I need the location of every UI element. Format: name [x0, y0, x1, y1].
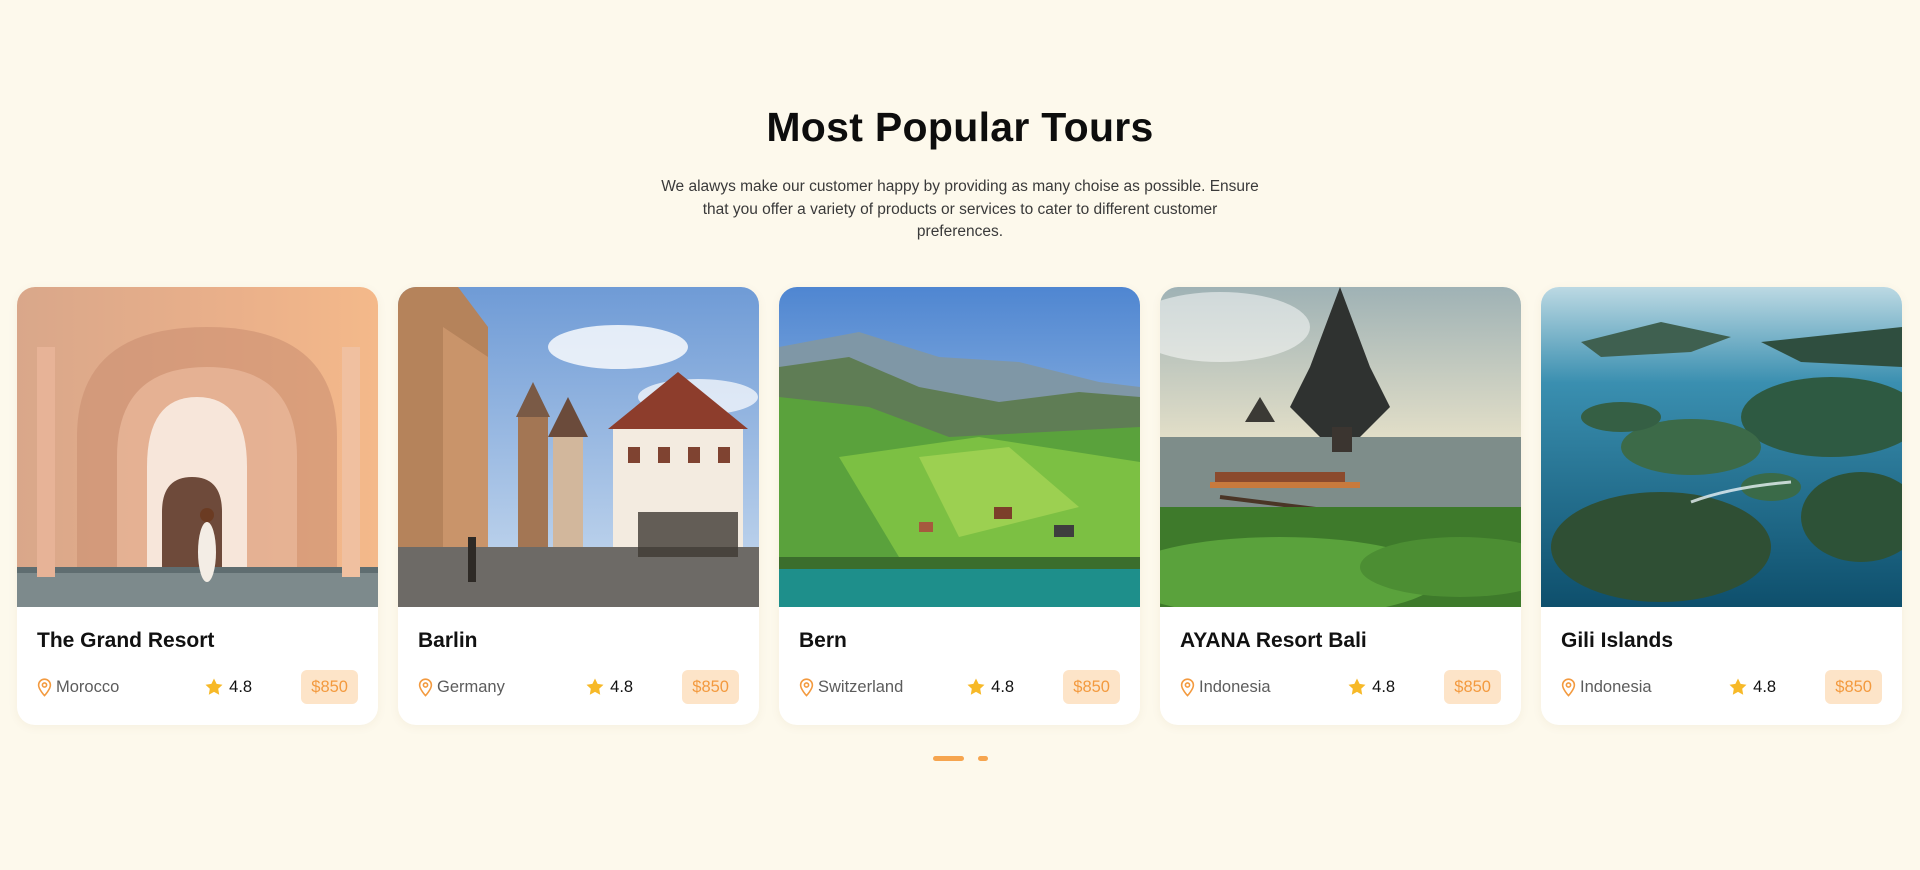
- tour-location-text: Switzerland: [818, 677, 904, 696]
- tour-image-swiss-valley[interactable]: [779, 287, 1140, 607]
- star-icon: [967, 678, 985, 695]
- map-pin-icon: [1561, 677, 1576, 697]
- carousel-pagination: [0, 756, 1920, 761]
- tour-rating: 4.8: [204, 677, 284, 697]
- tour-location: Indonesia: [1180, 678, 1330, 697]
- tour-rating-value: 4.8: [991, 677, 1015, 696]
- map-pin-icon: [1180, 677, 1195, 697]
- tour-title[interactable]: Bern: [799, 629, 1120, 655]
- tour-rating: 4.8: [1347, 677, 1427, 697]
- tour-location-text: Morocco: [56, 677, 120, 696]
- tour-card[interactable]: Barlin Germany 4.8 $850: [398, 287, 759, 725]
- tour-rating-value: 4.8: [229, 677, 253, 696]
- tour-title[interactable]: Barlin: [418, 629, 739, 655]
- tour-rating: 4.8: [966, 677, 1046, 697]
- tour-location-text: Indonesia: [1199, 677, 1271, 696]
- map-pin-icon: [418, 677, 433, 697]
- tour-image-bali-temple[interactable]: [1160, 287, 1521, 607]
- tour-image-islands-aerial[interactable]: [1541, 287, 1902, 607]
- tour-card[interactable]: AYANA Resort Bali Indonesia 4.8 $850: [1160, 287, 1521, 725]
- tour-location: Morocco: [37, 678, 187, 697]
- tour-location: Germany: [418, 678, 568, 697]
- star-icon: [586, 678, 604, 695]
- tour-price-badge: $850: [1444, 670, 1501, 704]
- tour-location-text: Indonesia: [1580, 677, 1652, 696]
- tour-location: Switzerland: [799, 678, 949, 697]
- tour-card[interactable]: The Grand Resort Morocco 4.8 $850: [17, 287, 378, 725]
- carousel-dot-1[interactable]: [932, 756, 964, 761]
- popular-tours-section: Most Popular Tours We alawys make our cu…: [0, 0, 1920, 870]
- section-subtitle: We alawys make our customer happy by pro…: [661, 178, 1259, 240]
- tour-cards-carousel: The Grand Resort Morocco 4.8 $850 Barlin…: [17, 287, 1903, 725]
- carousel-dot-2[interactable]: [977, 756, 988, 761]
- tour-rating-value: 4.8: [1372, 677, 1396, 696]
- tour-price-badge: $850: [301, 670, 358, 704]
- tour-title[interactable]: AYANA Resort Bali: [1180, 629, 1501, 655]
- map-pin-icon: [37, 677, 52, 697]
- tour-rating: 4.8: [1728, 677, 1808, 697]
- tour-rating-value: 4.8: [1753, 677, 1777, 696]
- tour-card[interactable]: Bern Switzerland 4.8 $850: [779, 287, 1140, 725]
- tour-title[interactable]: Gili Islands: [1561, 629, 1882, 655]
- tour-image-morocco-arches[interactable]: [17, 287, 378, 607]
- tour-price-badge: $850: [1825, 670, 1882, 704]
- star-icon: [1348, 678, 1366, 695]
- star-icon: [205, 678, 223, 695]
- tour-image-german-old-town[interactable]: [398, 287, 759, 607]
- tour-price-badge: $850: [682, 670, 739, 704]
- tour-card[interactable]: Gili Islands Indonesia 4.8 $850: [1541, 287, 1902, 725]
- tour-location: Indonesia: [1561, 678, 1711, 697]
- tour-price-badge: $850: [1063, 670, 1120, 704]
- map-pin-icon: [799, 677, 814, 697]
- tour-title[interactable]: The Grand Resort: [37, 629, 358, 655]
- tour-rating: 4.8: [585, 677, 665, 697]
- tour-location-text: Germany: [437, 677, 505, 696]
- tour-rating-value: 4.8: [610, 677, 634, 696]
- star-icon: [1729, 678, 1747, 695]
- section-title: Most Popular Tours: [766, 104, 1154, 150]
